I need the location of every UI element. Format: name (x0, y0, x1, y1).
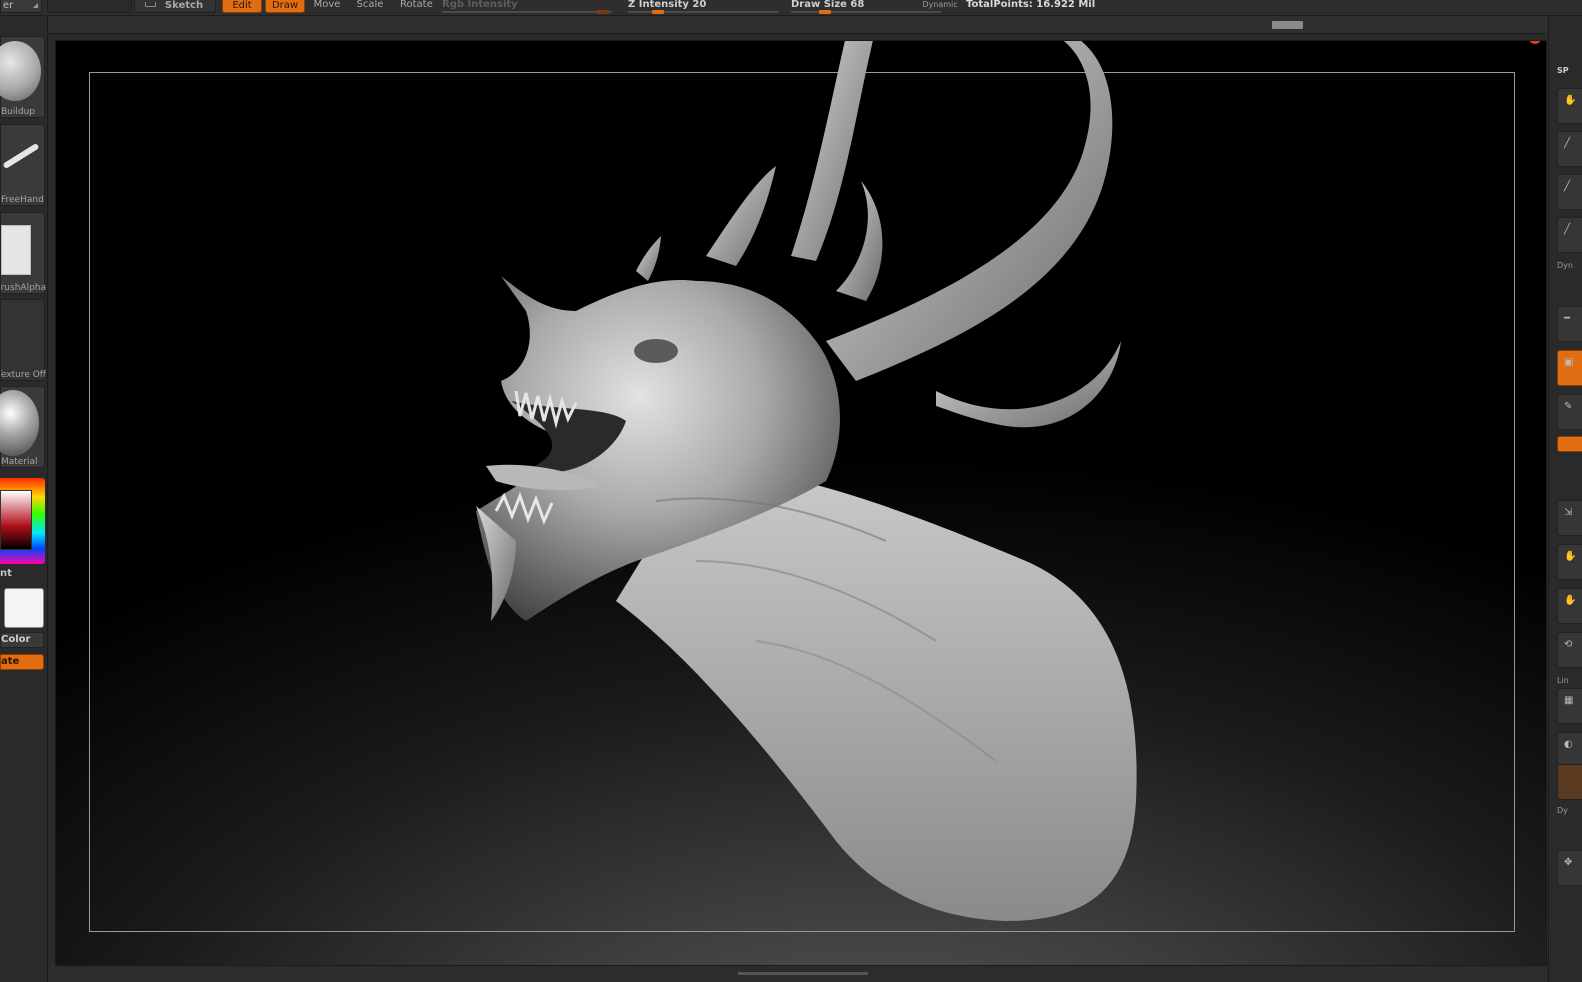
right-tool-button-14[interactable]: ✥ (1557, 850, 1582, 886)
edit-button[interactable]: Edit (222, 0, 262, 13)
rgb-intensity-track[interactable] (442, 11, 612, 13)
upper-horn (791, 41, 873, 261)
texture-selector[interactable]: Texture Off (0, 299, 46, 381)
right-tool-button-9[interactable]: ✋ (1557, 588, 1582, 624)
target-icon: ▣ (1564, 357, 1574, 368)
line-icon: ━ (1564, 313, 1571, 324)
top-toolbar: er Sketch Edit Draw Move Scale Rotate Rg… (0, 0, 1582, 16)
empty-slot-button[interactable] (47, 0, 132, 13)
menu-button-label: er (3, 0, 14, 11)
z-intensity-knob[interactable] (652, 10, 664, 14)
hand-icon: ✋ (1564, 95, 1577, 106)
alpha-selector[interactable]: BrushAlpha (0, 212, 46, 294)
bottom-scroll-handle[interactable] (738, 972, 868, 975)
line-fill-label: Lin (1557, 676, 1569, 685)
right-tool-button-3[interactable]: ╱ (1557, 174, 1582, 210)
rgb-intensity-knob[interactable] (597, 10, 609, 14)
canvas-viewport[interactable] (55, 40, 1547, 966)
material-sphere-icon (0, 390, 39, 456)
transp-icon: ◐ (1564, 739, 1573, 750)
material-label: Material (1, 457, 38, 467)
dynamic-label: Dyn (1557, 261, 1573, 270)
rotate-toggle-button[interactable]: ate (0, 654, 44, 670)
right-tool-button-4[interactable]: ╱ (1557, 217, 1582, 253)
color-picker[interactable] (0, 478, 45, 564)
brush-icon: ╱ (1564, 224, 1571, 235)
right-tool-button-7[interactable]: ⇲ (1557, 500, 1582, 536)
draw-button[interactable]: Draw (265, 0, 305, 13)
small-spike (636, 236, 661, 281)
brush-alpha-icon (1, 225, 31, 275)
texture-label: Texture Off (1, 370, 46, 380)
right-tool-button-13[interactable] (1557, 764, 1582, 800)
right-shelf-title: SP (1557, 66, 1569, 75)
brow-spike (706, 166, 776, 266)
brush-icon: ╱ (1564, 138, 1571, 149)
dynamic-persp-label: Dy (1557, 806, 1568, 815)
scale-icon: ✋ (1564, 595, 1577, 606)
total-points-readout: TotalPoints: 16.922 Mil (966, 0, 1096, 10)
move-button[interactable]: Move (313, 0, 341, 13)
dragon-head-model[interactable] (56, 41, 1547, 966)
right-tool-active-small[interactable] (1557, 436, 1582, 452)
sketch-checkbox-icon (145, 2, 156, 7)
bottom-strip (48, 966, 1548, 982)
top-scroll-handle[interactable] (1272, 21, 1303, 29)
sketch-button[interactable]: Sketch (134, 0, 216, 13)
stroke-selector[interactable]: FreeHand (0, 124, 45, 206)
color-button[interactable]: Color (0, 632, 44, 648)
alpha-label: BrushAlpha (1, 283, 46, 293)
polyframe-icon: ▦ (1564, 695, 1574, 706)
right-tool-button-1[interactable]: ✋ (1557, 88, 1582, 124)
right-tool-button-6[interactable]: ✎ (1557, 394, 1582, 430)
xyz-icon: ✥ (1564, 857, 1573, 868)
right-tool-button-12[interactable]: ◐ (1557, 732, 1582, 768)
move-icon: ✋ (1564, 551, 1577, 562)
eye-socket (634, 339, 678, 363)
right-tool-button-5[interactable]: ━ (1557, 306, 1582, 342)
menu-button[interactable]: er (0, 0, 42, 13)
frame-icon: ⇲ (1564, 507, 1573, 518)
color-saturation-square[interactable] (0, 490, 32, 550)
right-tool-button-10[interactable]: ⟲ (1557, 632, 1582, 668)
right-shelf: SP ✋ ╱ ╱ ╱ Dyn ━ ▣ ✎ ⇲ ✋ ✋ ⟲ Lin ▦ ◐ Dy … (1548, 16, 1582, 982)
main-color-swatch[interactable] (4, 588, 44, 628)
right-tool-active-button[interactable]: ▣ (1557, 350, 1582, 386)
brush-selector[interactable]: Buildup (0, 36, 45, 118)
head-spike (836, 181, 883, 301)
draw-size-knob[interactable] (819, 10, 831, 14)
rear-horn (936, 341, 1121, 428)
rotate-icon: ⟲ (1564, 639, 1573, 650)
right-tool-button-11[interactable]: ▦ (1557, 688, 1582, 724)
brush-label: Buildup (1, 107, 36, 117)
corner-arrow-icon (33, 3, 38, 8)
stroke-label: FreeHand (1, 195, 44, 205)
draw-size-track[interactable] (791, 11, 941, 13)
right-tool-button-2[interactable]: ╱ (1557, 131, 1582, 167)
scale-button[interactable]: Scale (356, 0, 384, 13)
local-icon: ✎ (1564, 401, 1573, 412)
dynamic-toggle[interactable]: Dynamic (920, 0, 960, 13)
right-tool-button-8[interactable]: ✋ (1557, 544, 1582, 580)
rotate-button[interactable]: Rotate (400, 0, 433, 13)
gradient-label: nt (0, 568, 12, 579)
ruler-bar (46, 16, 1546, 34)
freehand-stroke-icon (2, 142, 40, 170)
buildup-sphere-icon (0, 41, 41, 101)
z-intensity-track[interactable] (628, 11, 778, 13)
material-selector[interactable]: Material (0, 386, 45, 468)
brush-icon: ╱ (1564, 181, 1571, 192)
left-shelf: Buildup FreeHand BrushAlpha Texture Off … (0, 16, 48, 982)
